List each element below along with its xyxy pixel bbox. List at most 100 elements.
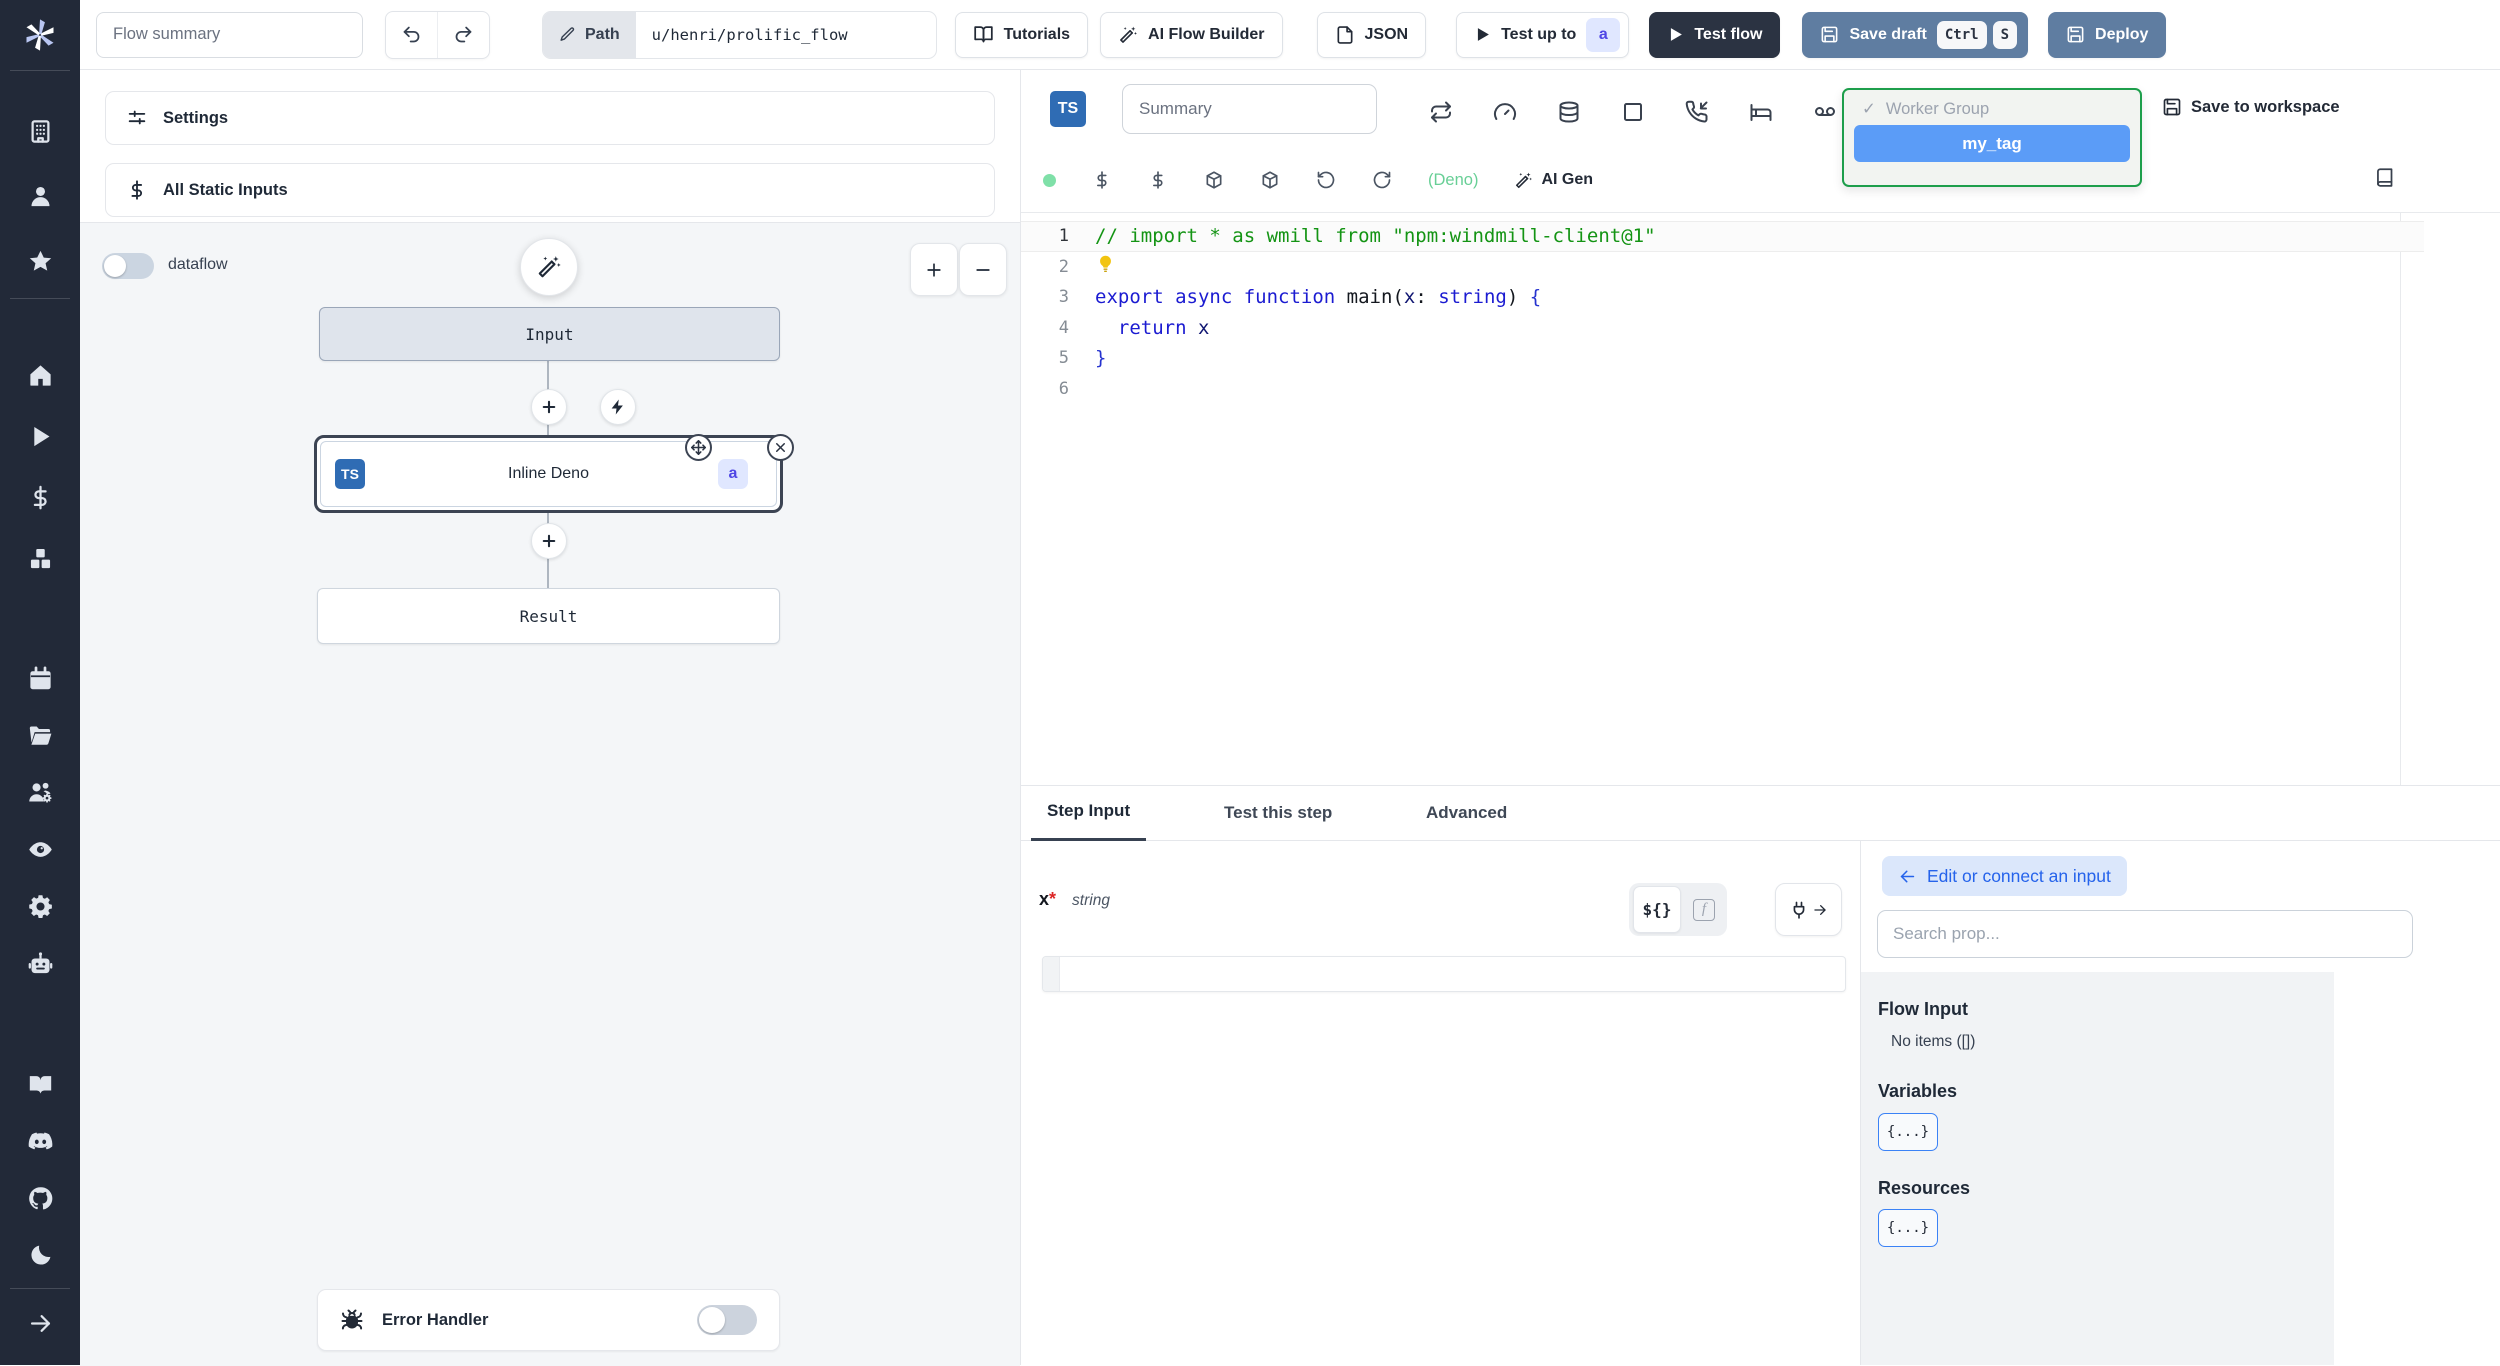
- tab-advanced[interactable]: Advanced: [1426, 784, 1507, 841]
- sidebar-item-bot[interactable]: [0, 949, 80, 977]
- undo-button[interactable]: [386, 12, 437, 58]
- rotate-ccw-icon[interactable]: [1316, 170, 1336, 190]
- boxes-icon: [27, 545, 54, 572]
- box-icon[interactable]: [1204, 170, 1224, 190]
- all-static-inputs-row[interactable]: All Static Inputs: [105, 163, 995, 217]
- home-icon: [27, 362, 54, 389]
- node-result[interactable]: Result: [317, 588, 780, 644]
- worker-group-option-my-tag[interactable]: my_tag: [1854, 125, 2130, 162]
- path-group[interactable]: Path u/henri/prolific_flow: [542, 10, 937, 59]
- error-handler-row[interactable]: Error Handler: [317, 1289, 780, 1351]
- sidebar-item-calendar[interactable]: [0, 664, 80, 692]
- sidebar-item-gear[interactable]: [0, 892, 80, 920]
- code-line-3[interactable]: 3 export async function main(x: string) {: [1021, 282, 2500, 313]
- sidebar-item-folder-open[interactable]: [0, 721, 80, 749]
- delete-node-button[interactable]: [767, 434, 794, 461]
- dollar-icon[interactable]: [1092, 170, 1112, 190]
- box-icon[interactable]: [1260, 170, 1280, 190]
- minus-icon: [973, 260, 993, 280]
- expr-mode-button[interactable]: ${}: [1633, 886, 1681, 933]
- test-up-to-button[interactable]: Test up to a: [1456, 11, 1630, 58]
- redo-button[interactable]: [437, 11, 489, 58]
- sidebar-item-docs[interactable]: [0, 1070, 80, 1098]
- zoom-out-button[interactable]: [959, 243, 1007, 296]
- voicemail-icon[interactable]: [1813, 100, 1837, 124]
- prop-search-input[interactable]: [1877, 910, 2413, 958]
- path-value: u/henri/prolific_flow: [651, 25, 848, 44]
- sidebar-item-building[interactable]: [0, 117, 80, 145]
- code-line-2[interactable]: 2: [1021, 252, 2500, 283]
- graph-ai-wand-button[interactable]: [520, 238, 578, 296]
- field-x-value-input[interactable]: [1042, 956, 1846, 992]
- book-open-icon: [973, 24, 994, 45]
- code-line-4[interactable]: 4 return x: [1021, 313, 2500, 344]
- ai-flow-builder-button[interactable]: AI Flow Builder: [1100, 11, 1283, 58]
- error-handler-toggle[interactable]: [697, 1305, 757, 1335]
- refresh-cw-icon[interactable]: [1372, 170, 1392, 190]
- sidebar-item-play[interactable]: [0, 422, 80, 450]
- connect-input-button[interactable]: [1775, 883, 1842, 936]
- step-tabs: Step Input Test this step Advanced: [1021, 784, 2500, 841]
- move-node-button[interactable]: [685, 434, 712, 461]
- step-summary-input[interactable]: [1122, 84, 1377, 134]
- phone-incoming-icon[interactable]: [1685, 100, 1709, 124]
- fn-mode-button[interactable]: f: [1685, 887, 1723, 932]
- sidebar-item-boxes[interactable]: [0, 544, 80, 572]
- sidebar-item-user[interactable]: [0, 182, 80, 210]
- flow-summary-input[interactable]: [96, 11, 363, 58]
- code-editor[interactable]: 1 // import * as wmill from "npm:windmill…: [1021, 212, 2500, 786]
- repeat-icon[interactable]: [1429, 100, 1453, 124]
- edit-or-connect-button[interactable]: Edit or connect an input: [1882, 856, 2127, 896]
- gauge-icon[interactable]: [1493, 100, 1517, 124]
- flow-settings-row[interactable]: Settings: [105, 91, 995, 145]
- save-to-workspace-button[interactable]: Save to workspace: [2162, 97, 2340, 117]
- windmill-logo-icon[interactable]: [0, 0, 80, 70]
- dollar-icon[interactable]: [1148, 170, 1168, 190]
- file-json-icon: [1335, 25, 1355, 45]
- prop-picker-panel: [1861, 972, 2334, 1365]
- bulb-icon[interactable]: [1095, 254, 1116, 275]
- tab-step-input[interactable]: Step Input: [1031, 784, 1147, 841]
- token: {: [1518, 286, 1542, 309]
- add-step-button[interactable]: [531, 523, 567, 559]
- sidebar-item-eye[interactable]: [0, 835, 80, 863]
- sidebar-item-discord[interactable]: [0, 1127, 80, 1155]
- deploy-button[interactable]: Deploy: [2048, 11, 2167, 58]
- library-book-icon[interactable]: [2374, 167, 2395, 188]
- code-line-5[interactable]: 5}: [1021, 343, 2500, 374]
- sidebar-item-github[interactable]: [0, 1184, 80, 1212]
- sidebar-item-users-cog[interactable]: [0, 778, 80, 806]
- json-button[interactable]: JSON: [1316, 11, 1427, 58]
- ai-gen-button[interactable]: AI Gen: [1514, 171, 1593, 190]
- worker-group-selected[interactable]: ✓ Worker Group: [1844, 90, 2140, 123]
- sidebar-group-workspace: [0, 664, 80, 977]
- settings-label: Settings: [163, 108, 229, 127]
- tab-test-this-step[interactable]: Test this step: [1224, 784, 1332, 841]
- sidebar-item-arrow-right[interactable]: [0, 1309, 80, 1337]
- tutorials-button[interactable]: Tutorials: [954, 11, 1089, 58]
- sidebar-item-home[interactable]: [0, 361, 80, 389]
- node-inline-deno[interactable]: TS Inline Deno a: [314, 435, 783, 513]
- database-icon[interactable]: [1557, 100, 1581, 124]
- node-input[interactable]: Input: [319, 307, 780, 361]
- save-icon: [2162, 97, 2182, 117]
- code-line-1[interactable]: 1 // import * as wmill from "npm:windmill…: [1021, 221, 2424, 252]
- zoom-in-button[interactable]: [910, 243, 958, 296]
- add-trigger-button[interactable]: [600, 389, 636, 425]
- bed-icon[interactable]: [1749, 100, 1773, 124]
- sidebar-item-dollar[interactable]: [0, 483, 80, 511]
- sidebar-divider: [10, 298, 70, 299]
- variables-object-chip[interactable]: {...}: [1878, 1113, 1938, 1151]
- code-line-6[interactable]: 6: [1021, 374, 2500, 405]
- sidebar-item-star[interactable]: [0, 247, 80, 275]
- add-step-button[interactable]: [531, 389, 567, 425]
- square-icon[interactable]: [1621, 100, 1645, 124]
- dataflow-toggle[interactable]: [102, 253, 154, 279]
- save-draft-button[interactable]: Save draft Ctrl S: [1802, 11, 2029, 58]
- test-flow-button[interactable]: Test flow: [1649, 11, 1781, 58]
- sidebar-item-moon[interactable]: [0, 1241, 80, 1269]
- worker-group-dropdown: ✓ Worker Group my_tag: [1842, 88, 2142, 187]
- resources-object-chip[interactable]: {...}: [1878, 1209, 1938, 1247]
- deno-runtime-label[interactable]: (Deno): [1428, 171, 1478, 190]
- path-edit-button[interactable]: Path: [543, 11, 636, 58]
